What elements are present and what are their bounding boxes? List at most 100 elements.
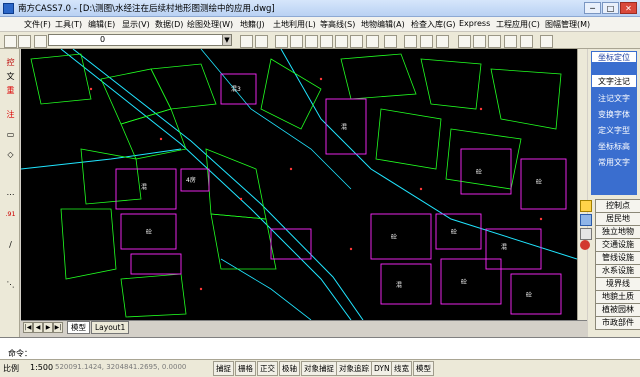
dyn-toggle[interactable]: DYN bbox=[371, 361, 393, 376]
lot-label-1: 混 bbox=[141, 183, 147, 191]
zoom-out-icon[interactable] bbox=[350, 35, 363, 48]
print-icon[interactable] bbox=[255, 35, 268, 48]
zoom-window-icon[interactable] bbox=[320, 35, 333, 48]
menu-feature-edit[interactable]: 地物编辑(A) bbox=[361, 19, 405, 30]
menu-check[interactable]: 检查入库(G) bbox=[411, 19, 455, 30]
left-tool-text[interactable]: 文 bbox=[5, 71, 16, 82]
layout-tabs-bar: |◀ ◀ ▶ ▶| 模型 Layout1 bbox=[21, 320, 587, 334]
left-tool-annotate[interactable]: 注 bbox=[5, 109, 16, 120]
bulb-icon[interactable] bbox=[34, 35, 47, 48]
layer-dropdown[interactable] bbox=[48, 34, 232, 46]
brush-icon[interactable] bbox=[305, 35, 318, 48]
menu-landuse[interactable]: 土地利用(L) bbox=[273, 19, 316, 30]
edit-icon[interactable] bbox=[458, 35, 471, 48]
command-line[interactable] bbox=[0, 337, 640, 359]
text-annotation-header[interactable]: 文字注记 bbox=[591, 74, 637, 88]
tab-prev-button[interactable]: ◀ bbox=[33, 322, 43, 333]
boundary-line-button[interactable]: 境界线 bbox=[595, 277, 640, 291]
left-tool-rectangle[interactable]: ▭ bbox=[5, 129, 16, 140]
lot-label-3: 4房 bbox=[186, 176, 196, 184]
undo-icon[interactable] bbox=[384, 35, 397, 48]
left-tool-redo[interactable]: 重 bbox=[5, 85, 16, 96]
menu-view[interactable]: 显示(V) bbox=[122, 19, 150, 30]
municipal-parts-button[interactable]: 市政部件 bbox=[595, 316, 640, 330]
control-point-button[interactable]: 控制点 bbox=[595, 199, 640, 213]
menu-engineering[interactable]: 工程应用(C) bbox=[496, 19, 540, 30]
layer-manager-icon[interactable] bbox=[4, 35, 17, 48]
vertical-scrollbar[interactable] bbox=[577, 49, 587, 320]
menu-data[interactable]: 数据(D) bbox=[155, 19, 183, 30]
polar-toggle[interactable]: 极轴 bbox=[279, 361, 300, 376]
lot-label-10: 砼 bbox=[461, 278, 467, 286]
define-font-item[interactable]: 定义字型 bbox=[591, 124, 637, 138]
ortho-toggle[interactable]: 正交 bbox=[257, 361, 278, 376]
left-tool-dots[interactable]: ⋯ bbox=[5, 189, 16, 200]
menu-tools[interactable]: 工具(T) bbox=[55, 19, 82, 30]
window-title: 南方CASS7.0 - [D:\测图\水经注在后续村地形图测绘中的应用.dwg] bbox=[18, 4, 275, 14]
lot-label-5: 混 bbox=[341, 123, 347, 131]
tab-last-button[interactable]: ▶| bbox=[53, 322, 63, 333]
grid-toggle[interactable]: 栅格 bbox=[235, 361, 256, 376]
paste-icon[interactable] bbox=[436, 35, 449, 48]
left-tool-line[interactable]: ∕ bbox=[5, 239, 16, 250]
osnap-toggle[interactable]: 对象捕捉 bbox=[301, 361, 337, 376]
pipeline-button[interactable]: 管线设施 bbox=[595, 251, 640, 265]
lot-label-11: 砼 bbox=[526, 291, 532, 299]
model-toggle[interactable]: 模型 bbox=[413, 361, 434, 376]
pencil-icon[interactable] bbox=[275, 35, 288, 48]
tab-layout1[interactable]: Layout1 bbox=[91, 321, 130, 334]
lot-label-6: 砼 bbox=[391, 233, 397, 241]
control-point-icon bbox=[580, 200, 592, 212]
scale-value[interactable]: 1:500 bbox=[30, 363, 53, 372]
annotate-text-item[interactable]: 注记文字 bbox=[591, 92, 637, 106]
menu-sheet[interactable]: 图幅管理(M) bbox=[545, 19, 590, 30]
help-icon[interactable] bbox=[540, 35, 553, 48]
lot-label-13: 砼 bbox=[536, 178, 542, 186]
lot-label-9: 混 bbox=[396, 281, 402, 289]
otrack-toggle[interactable]: 对象追踪 bbox=[336, 361, 372, 376]
menu-draw[interactable]: 绘图处理(W) bbox=[187, 19, 233, 30]
close-button[interactable]: ✕ bbox=[620, 2, 637, 14]
maximize-button[interactable]: □ bbox=[602, 2, 619, 14]
zoom-in-icon[interactable] bbox=[335, 35, 348, 48]
common-text-item[interactable]: 常用文字 bbox=[591, 156, 637, 170]
minimize-button[interactable]: ─ bbox=[584, 2, 601, 14]
copy-icon[interactable] bbox=[420, 35, 433, 48]
coord-elevation-item[interactable]: 坐标标高 bbox=[591, 140, 637, 154]
layer-state-icon[interactable] bbox=[18, 35, 31, 48]
lineweight-toggle[interactable]: 线宽 bbox=[391, 361, 412, 376]
save-icon[interactable] bbox=[240, 35, 253, 48]
left-tool-dashed[interactable]: ⋱ bbox=[5, 279, 16, 290]
left-tool-polygon[interactable]: ◇ bbox=[5, 149, 16, 160]
residential-button[interactable]: 居民地 bbox=[595, 212, 640, 226]
redo-icon[interactable] bbox=[404, 35, 417, 48]
independent-feature-button[interactable]: 独立地物 bbox=[595, 225, 640, 239]
zoom-extents-icon[interactable] bbox=[366, 35, 379, 48]
landform-soil-button[interactable]: 地貌土质 bbox=[595, 290, 640, 304]
menu-express[interactable]: Express bbox=[459, 19, 490, 28]
menu-file[interactable]: 文件(F) bbox=[24, 19, 51, 30]
move-icon[interactable] bbox=[473, 35, 486, 48]
rotate-icon[interactable] bbox=[488, 35, 501, 48]
left-tool-control[interactable]: 控 bbox=[5, 57, 16, 68]
traffic-icon bbox=[580, 240, 590, 250]
text-icon[interactable] bbox=[520, 35, 533, 48]
chevron-down-icon[interactable]: ▼ bbox=[222, 35, 231, 45]
command-prompt: 命令： bbox=[8, 349, 32, 358]
change-font-item[interactable]: 变换字体 bbox=[591, 108, 637, 122]
left-tool-elevation[interactable]: .91 bbox=[5, 209, 16, 220]
tab-model[interactable]: 模型 bbox=[67, 321, 90, 334]
tab-next-button[interactable]: ▶ bbox=[43, 322, 53, 333]
menu-contour[interactable]: 等高线(S) bbox=[320, 19, 355, 30]
tab-first-button[interactable]: |◀ bbox=[23, 322, 33, 333]
menu-edit[interactable]: 编辑(E) bbox=[88, 19, 115, 30]
vegetation-button[interactable]: 植被园林 bbox=[595, 303, 640, 317]
menu-cadastre[interactable]: 地籍(J) bbox=[240, 19, 265, 30]
drawing-canvas[interactable]: 混 砼 4房 混3 混 砼 砼 混 混 砼 砼 砼 砼 bbox=[21, 49, 577, 320]
scale-icon[interactable] bbox=[504, 35, 517, 48]
snap-toggle[interactable]: 捕捉 bbox=[213, 361, 234, 376]
pen-icon[interactable] bbox=[290, 35, 303, 48]
traffic-facility-button[interactable]: 交通设施 bbox=[595, 238, 640, 252]
water-system-button[interactable]: 水系设施 bbox=[595, 264, 640, 278]
elev-pt-4 bbox=[289, 167, 293, 171]
